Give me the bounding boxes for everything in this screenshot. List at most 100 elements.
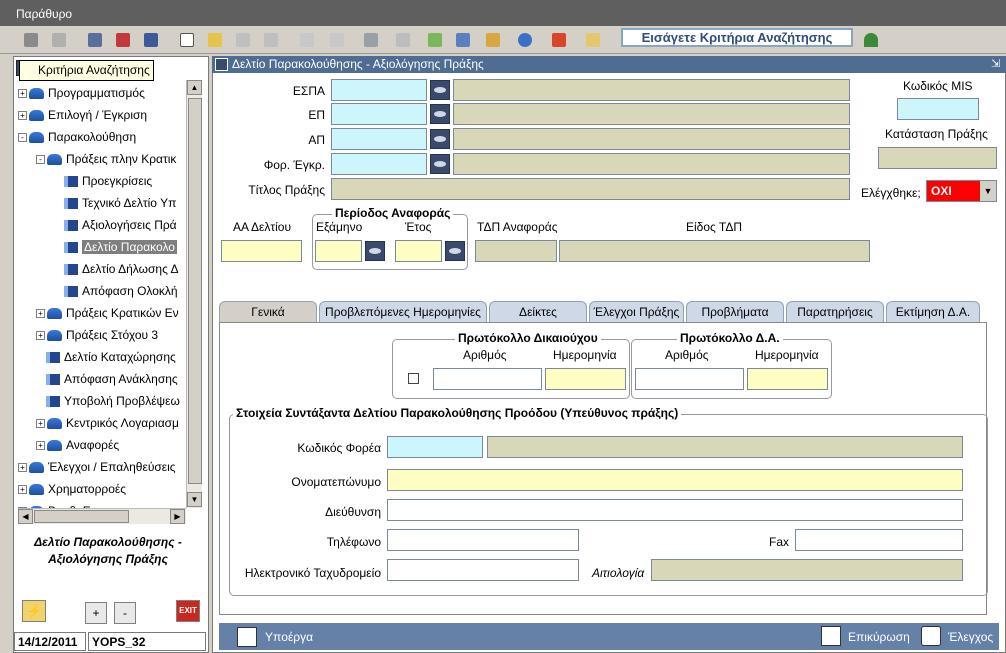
body-code-input[interactable]: [387, 436, 483, 458]
checked-select[interactable]: ΟΧΙ ▼: [926, 180, 997, 202]
espa-lov-button[interactable]: [430, 80, 450, 100]
tree-item[interactable]: Δελτίο Καταχώρησης: [46, 348, 176, 366]
tree-vertical-scrollbar[interactable]: ▲ ▼: [186, 80, 202, 508]
tree-item[interactable]: + Έλεγχοι / Επαληθεύσεις: [18, 458, 176, 476]
tree-item[interactable]: + Επιλογή / Έγκριση: [18, 106, 147, 124]
semester-input[interactable]: [315, 240, 362, 262]
tab-remarks[interactable]: Παρατηρήσεις: [786, 301, 884, 323]
check-icon[interactable]: [921, 626, 941, 646]
checkmark-icon[interactable]: [48, 29, 70, 51]
grid-remove-icon[interactable]: [260, 29, 282, 51]
ma-protocol-number-input[interactable]: [635, 368, 744, 390]
copy-icon[interactable]: [452, 29, 474, 51]
expand-icon[interactable]: +: [18, 462, 27, 472]
year-lov-button[interactable]: [445, 241, 465, 261]
expand-icon[interactable]: +: [36, 330, 45, 340]
tree-item[interactable]: - Πράξεις πλην Κρατικ: [36, 150, 176, 168]
beneficiary-protocol-checkbox[interactable]: [408, 373, 419, 384]
tree-item[interactable]: + Χρηματορροές: [18, 480, 126, 498]
approving-body-code-input[interactable]: [331, 153, 427, 175]
tree-item[interactable]: Υποβολή Προβλέψεω: [46, 392, 180, 410]
mis-code-input[interactable]: [897, 98, 979, 120]
tab-problems[interactable]: Προβλήματα: [686, 301, 784, 323]
fullname-input[interactable]: [387, 469, 963, 491]
validation-checklist-icon[interactable]: [821, 626, 841, 646]
tree-item[interactable]: + Αναφορές: [36, 436, 119, 454]
power-icon[interactable]: [548, 29, 570, 51]
grid-add-icon[interactable]: [232, 29, 254, 51]
tree-item[interactable]: Απόφαση Ανάκλησης: [46, 370, 178, 388]
help-icon[interactable]: [514, 29, 536, 51]
chevron-down-icon[interactable]: ▼: [980, 181, 996, 201]
expand-icon[interactable]: +: [18, 484, 27, 494]
expand-icon[interactable]: +: [18, 88, 27, 98]
phone-input[interactable]: [387, 529, 579, 551]
tree-item[interactable]: Απόφαση Ολοκλή: [64, 282, 178, 300]
collapse-icon[interactable]: -: [18, 132, 27, 142]
list-icon[interactable]: [582, 29, 604, 51]
tree-item[interactable]: Τεχνικό Δελτίο Υπ: [64, 194, 176, 212]
scroll-right-arrow-icon[interactable]: ▶: [170, 509, 185, 524]
exit-button[interactable]: EXIT: [176, 600, 200, 622]
blank-page-icon[interactable]: [176, 29, 198, 51]
duplicate-record-icon[interactable]: [140, 29, 162, 51]
arrow-up-icon[interactable]: [296, 29, 318, 51]
window-title[interactable]: Παράθυρο: [16, 7, 72, 21]
espa-code-input[interactable]: [331, 79, 427, 101]
scroll-up-arrow-icon[interactable]: ▲: [187, 80, 202, 95]
collapse-icon[interactable]: -: [36, 154, 45, 164]
umbrella-icon[interactable]: [860, 29, 882, 51]
year-input[interactable]: [395, 240, 442, 262]
approving-body-lov-button[interactable]: [430, 154, 450, 174]
delete-record-icon[interactable]: [112, 29, 134, 51]
scroll-thumb[interactable]: [188, 98, 202, 484]
tab-expected-dates[interactable]: Προβλεπόμενες Ημερομηνίες: [319, 301, 487, 323]
arrow-down-icon[interactable]: [326, 29, 348, 51]
tab-da-estimate[interactable]: Εκτίμηση Δ.Α.: [886, 301, 980, 323]
beneficiary-protocol-date-input[interactable]: [545, 368, 626, 390]
paste-icon[interactable]: [482, 29, 504, 51]
email-input[interactable]: [387, 559, 579, 581]
notepad-icon[interactable]: [424, 29, 446, 51]
edit-pencil-icon[interactable]: [204, 29, 226, 51]
beneficiary-protocol-number-input[interactable]: [433, 368, 542, 390]
tree-item[interactable]: - Παρακολούθηση: [18, 128, 136, 146]
tree-item[interactable]: + Προγραμματισμός: [18, 84, 145, 102]
ap-code-input[interactable]: [331, 128, 427, 150]
tree-item[interactable]: + Πράξεις Κρατικών Εν: [36, 304, 179, 322]
check-button[interactable]: Έλεγχος: [948, 630, 993, 644]
print-preview-icon[interactable]: [392, 29, 414, 51]
tree-item[interactable]: Προεγκρίσεις: [64, 172, 152, 190]
semester-lov-button[interactable]: [365, 241, 385, 261]
tab-project-checks[interactable]: Έλεγχοι Πράξης: [589, 301, 684, 323]
scroll-thumb[interactable]: [34, 510, 129, 523]
ep-code-input[interactable]: [331, 103, 427, 125]
scroll-left-arrow-icon[interactable]: ◀: [18, 509, 33, 524]
tree-item[interactable]: Αξιολογήσεις Πρά: [64, 216, 177, 234]
tree-item[interactable]: Δελτίο Δήλωσης Δ: [64, 260, 179, 278]
new-record-icon[interactable]: [84, 29, 106, 51]
tab-general[interactable]: Γενικά: [219, 301, 317, 323]
ma-protocol-date-input[interactable]: [747, 368, 828, 390]
restore-window-icon[interactable]: ⇲: [991, 57, 1000, 70]
subprojects-button[interactable]: Υπoέργα: [265, 630, 313, 644]
report-number-input[interactable]: [221, 240, 302, 262]
address-input[interactable]: [387, 499, 963, 521]
validation-button[interactable]: Επικύρωση: [848, 630, 910, 644]
scroll-down-arrow-icon[interactable]: ▼: [187, 492, 202, 507]
expand-icon[interactable]: +: [36, 440, 45, 450]
subprojects-icon[interactable]: [237, 627, 257, 647]
expand-icon[interactable]: +: [36, 418, 45, 428]
tree-item[interactable]: Δελτίο Παρακολο: [64, 238, 177, 256]
expand-all-button[interactable]: +: [85, 602, 107, 624]
tree-item[interactable]: + Κεντρικός Λογαριασμ: [36, 414, 179, 432]
tree-horizontal-scrollbar[interactable]: ◀ ▶: [18, 508, 186, 524]
lightning-icon[interactable]: ⚡: [22, 600, 46, 622]
ap-lov-button[interactable]: [430, 129, 450, 149]
expand-icon[interactable]: +: [18, 110, 27, 120]
collapse-all-button[interactable]: -: [114, 602, 136, 624]
expand-icon[interactable]: +: [36, 308, 45, 318]
print-icon[interactable]: [360, 29, 382, 51]
ep-lov-button[interactable]: [430, 104, 450, 124]
fax-input[interactable]: [795, 529, 963, 551]
